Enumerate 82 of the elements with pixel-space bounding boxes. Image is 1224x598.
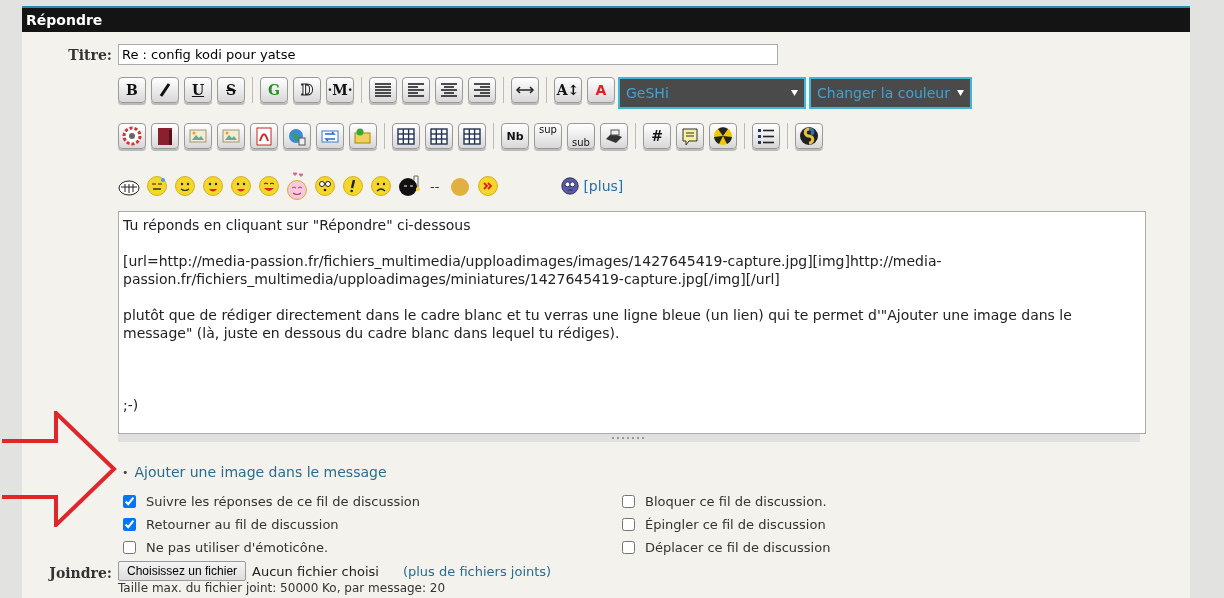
format-button[interactable]: U — [184, 77, 212, 103]
toolbar-button[interactable] — [369, 77, 397, 103]
size-limit-note: Taille max. du fichier joint: 50000 Ko, par message: 20 — [118, 581, 447, 595]
sad-face-icon[interactable] — [370, 175, 392, 197]
toolbar-button[interactable] — [151, 77, 179, 103]
table-icon — [428, 126, 450, 146]
caret-icon — [791, 90, 798, 96]
option-label: Suivre les réponses de ce fil de discussion — [146, 494, 421, 509]
add-image-link[interactable]: Ajouter une image dans le message — [134, 464, 387, 480]
toolbar-button[interactable] — [600, 123, 628, 149]
format-button[interactable]: # — [643, 123, 671, 149]
toolbar-button[interactable] — [425, 123, 453, 149]
toolbar-button[interactable] — [435, 77, 463, 103]
bomb-face-icon[interactable] — [398, 175, 420, 197]
option-label: Déplacer ce fil de discussion — [645, 540, 831, 555]
toolbar-button[interactable] — [795, 123, 823, 149]
format-button[interactable]: ·M· — [326, 77, 354, 103]
toolbar-button[interactable] — [709, 123, 737, 149]
table-icon — [395, 126, 417, 146]
toolbar-button[interactable] — [151, 123, 179, 149]
choose-file-button[interactable]: Choisissez un fichier — [118, 561, 247, 581]
resize-handle[interactable] — [118, 434, 1140, 442]
option-label: Épingler ce fil de discussion — [645, 517, 826, 532]
option-label: Bloquer ce fil de discussion. — [645, 494, 827, 509]
table-icon — [461, 126, 483, 146]
separator-text: -- — [429, 178, 441, 194]
toolbar-button[interactable] — [752, 123, 780, 149]
color-wheel-icon — [121, 126, 143, 146]
toolbar-button[interactable] — [402, 77, 430, 103]
surprised-face-icon[interactable] — [314, 175, 336, 197]
more-attachments-link[interactable]: (plus de fichiers joints) — [402, 563, 552, 579]
message-field[interactable]: Tu réponds en cliquant sur "Répondre" ci-dessous [url=http://media-passion.fr/fichiers_multimedia/upploadimages/images/1427645419-capture.jpg][img]http://media-passion.fr/fichiers_multimedia/upploadimages/miniatures/1427645419-capture.jpg[/img][/url] plutôt que de rédiger directement dans le cadre blanc et tu verras une ligne bleue (un lien) qui te permet d'"Ajouter une image dans le message" (là, juste en dessous du cadre blanc dans lequel tu rédiges). ;-) — [118, 211, 1146, 434]
format-button[interactable]: B — [118, 77, 146, 103]
format-button[interactable]: sup — [534, 123, 562, 149]
caret-icon — [957, 90, 964, 96]
panel-header: Répondre — [22, 8, 1190, 32]
checkbox[interactable] — [622, 495, 635, 508]
pdf-icon — [253, 126, 275, 146]
tongue-face-icon[interactable] — [202, 175, 224, 197]
smiley-icon[interactable] — [174, 175, 196, 197]
checkbox[interactable] — [123, 495, 136, 508]
toolbar-button[interactable] — [468, 77, 496, 103]
file-status: Aucun fichier choisi — [252, 563, 379, 579]
format-button[interactable]: A — [587, 77, 615, 103]
image-icon — [187, 126, 209, 146]
python-icon — [798, 126, 820, 146]
sweat-face-icon[interactable] — [146, 175, 168, 197]
checkbox[interactable] — [622, 541, 635, 554]
folder-icon — [352, 126, 374, 146]
tongue-face-icon[interactable] — [230, 175, 252, 197]
title-field[interactable]: Re : config kodi pour yatse — [118, 44, 778, 65]
checkbox[interactable] — [123, 541, 136, 554]
format-button[interactable]: Nb — [501, 123, 529, 149]
note-icon — [679, 126, 701, 146]
toolbar-button[interactable] — [511, 77, 539, 103]
format-button[interactable]: A↕ — [554, 77, 582, 103]
radiation-icon — [712, 126, 734, 146]
laughing-face-icon[interactable] — [258, 175, 280, 197]
option-label: Ne pas utiliser d'émoticône. — [146, 540, 329, 555]
format-button[interactable]: sub — [567, 123, 595, 149]
align-left-icon — [405, 80, 427, 100]
field-label: Titre: — [67, 46, 112, 65]
field-label: Joindre: — [47, 563, 112, 581]
align-right-icon — [471, 80, 493, 100]
align-justify-icon — [372, 80, 394, 100]
globe-icon — [286, 126, 308, 146]
love-face-icon[interactable] — [286, 171, 308, 201]
double-chevron-icon[interactable] — [477, 175, 500, 197]
format-button[interactable]: G — [260, 77, 288, 103]
list-icon — [755, 126, 777, 146]
checkbox[interactable] — [123, 518, 136, 531]
more-emoticons-link[interactable]: [plus] — [583, 178, 624, 194]
image-icon — [220, 126, 242, 146]
align-center-icon — [438, 80, 460, 100]
bullet: • — [122, 465, 129, 479]
option-label: Retourner au fil de discussion — [146, 517, 339, 532]
toolbar-button[interactable] — [392, 123, 420, 149]
checkbox[interactable] — [622, 518, 635, 531]
exclamation-face-icon[interactable] — [342, 175, 364, 197]
staring-face-icon[interactable] — [561, 177, 580, 195]
toolbar-button[interactable] — [458, 123, 486, 149]
format-button[interactable]: S — [217, 77, 245, 103]
